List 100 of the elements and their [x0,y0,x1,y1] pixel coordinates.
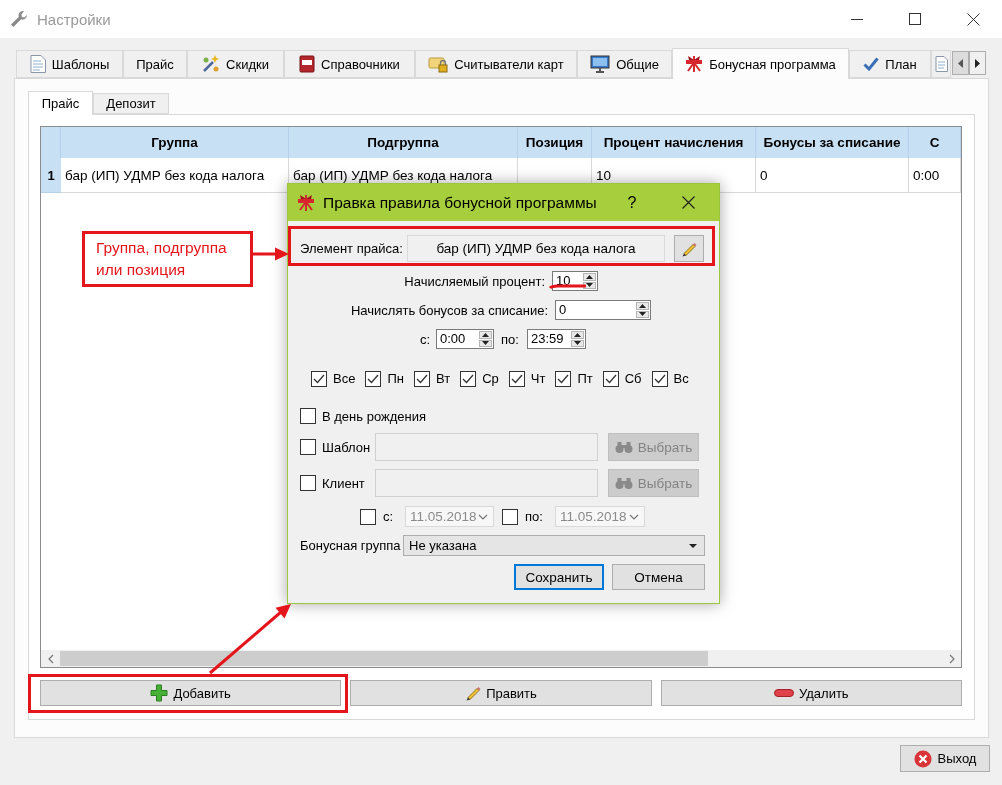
checkbox[interactable] [602,370,619,387]
binoculars-icon [614,441,633,453]
checkmark-icon [863,57,880,71]
tab[interactable]: Шаблоны [16,50,123,78]
spin-down-button[interactable] [571,339,584,347]
chevron-left-icon [47,653,54,664]
save-button[interactable]: Сохранить [514,564,604,590]
field-label: Начислять бонусов за списание: [349,302,548,318]
checkbox[interactable] [365,370,382,387]
spin-up-button[interactable] [636,302,649,310]
spin-down-button[interactable] [479,339,492,347]
field-label: Бонусная группа [300,538,402,553]
checkbox[interactable] [651,370,668,387]
edit-button[interactable]: Править [350,680,652,706]
tab[interactable]: Справочники [284,50,415,78]
checkbox-label: Пт [577,371,593,386]
spin-up-button[interactable] [583,273,596,281]
column-header[interactable]: Позиция [518,127,592,158]
scrollbar-thumb[interactable] [60,651,708,666]
maximize-icon [909,13,921,25]
book-icon [299,55,316,73]
tab[interactable]: Считыватели карт [415,50,577,78]
column-header[interactable]: Процент начисления [592,127,756,158]
column-header[interactable]: С [909,127,961,158]
underline-mark [549,284,586,290]
partial-tab[interactable] [931,50,951,78]
spin-down-button[interactable] [636,310,649,318]
price-element-field[interactable]: бар (ИП) УДМР без кода налога [407,235,665,262]
table-cell: 0:00 [909,158,961,193]
tab[interactable]: Депозит [93,93,169,114]
left-triangle-icon [958,58,963,68]
column-header[interactable]: Подгруппа [289,127,518,158]
checkbox-label: Сб [624,371,642,386]
checkbox-label: по: [525,509,544,524]
delete-button[interactable]: Удалить [660,680,962,706]
up-triangle-icon [482,332,489,337]
table-cell: 0 [756,158,909,193]
right-triangle-icon [975,58,980,68]
column-header[interactable]: Бонусы за списание [756,127,909,158]
horizontal-scrollbar[interactable] [41,650,961,667]
checkmark-icon [557,373,570,384]
tab-scroll-right-button[interactable] [969,51,986,75]
time-spinbox[interactable]: 23:59 [527,329,586,349]
tab[interactable]: Прайс [28,91,93,115]
down-triangle-icon [574,341,581,346]
up-triangle-icon [574,332,581,337]
cross-circle-icon [913,749,932,768]
spin-up-button[interactable] [571,331,584,339]
chevron-down-icon [478,513,488,520]
spin-up-button[interactable] [479,331,492,339]
checkbox-label: Все [333,371,356,386]
dropdown-field[interactable]: Не указана [403,535,705,556]
checkbox[interactable] [300,408,316,424]
tab[interactable]: План [849,50,931,78]
window-title: Настройки [37,10,111,28]
tab[interactable]: Прайс [123,50,187,78]
time-spinbox[interactable]: 0:00 [436,329,494,349]
wrench-icon [10,10,28,28]
spin-down-button[interactable] [583,281,596,289]
checkbox[interactable] [460,370,477,387]
bonus-spinbox[interactable]: 0 [555,300,651,320]
checkbox-label: Чт [530,371,546,386]
ribbon-icon [297,193,315,212]
down-triangle-icon [639,312,646,317]
help-button[interactable]: ? [622,193,642,212]
field-label: по: [501,331,520,347]
pencil-icon [465,685,482,701]
dropdown-arrow-icon [689,543,697,548]
document-icon [29,55,46,73]
up-triangle-icon [639,303,646,308]
cancel-button[interactable]: Отмена [612,564,705,590]
checkbox-label: В день рождения [322,408,426,424]
tab[interactable]: Бонусная программа [672,48,849,79]
down-triangle-icon [482,341,489,346]
checkbox[interactable] [508,370,525,387]
tab[interactable]: Скидки [187,50,284,78]
checkbox[interactable] [555,370,572,387]
field-label: с: [418,331,430,347]
header-corner [41,127,61,158]
pencil-icon [681,240,697,257]
checkbox-label: Клиент [322,475,366,491]
binoculars-icon [614,477,633,489]
up-triangle-icon [586,274,593,279]
checkmark-icon [462,373,475,384]
down-triangle-icon [586,283,593,288]
checkbox[interactable] [311,370,327,387]
row-number: 1 [41,158,61,193]
checkmark-icon [415,373,428,384]
chevron-right-icon [948,653,955,664]
checkmark-icon [510,373,523,384]
minimize-icon [851,18,863,20]
tab-scroll-left-button[interactable] [952,51,969,75]
exit-button[interactable]: Выход [900,745,990,772]
checkbox[interactable] [413,370,430,387]
checkmark-icon [367,373,380,384]
column-header[interactable]: Группа [61,127,289,158]
field-label: Элемент прайса: [300,241,404,256]
add-button[interactable]: Добавить [40,680,342,706]
tab[interactable]: Общие [577,50,672,78]
plus-icon [150,684,169,702]
